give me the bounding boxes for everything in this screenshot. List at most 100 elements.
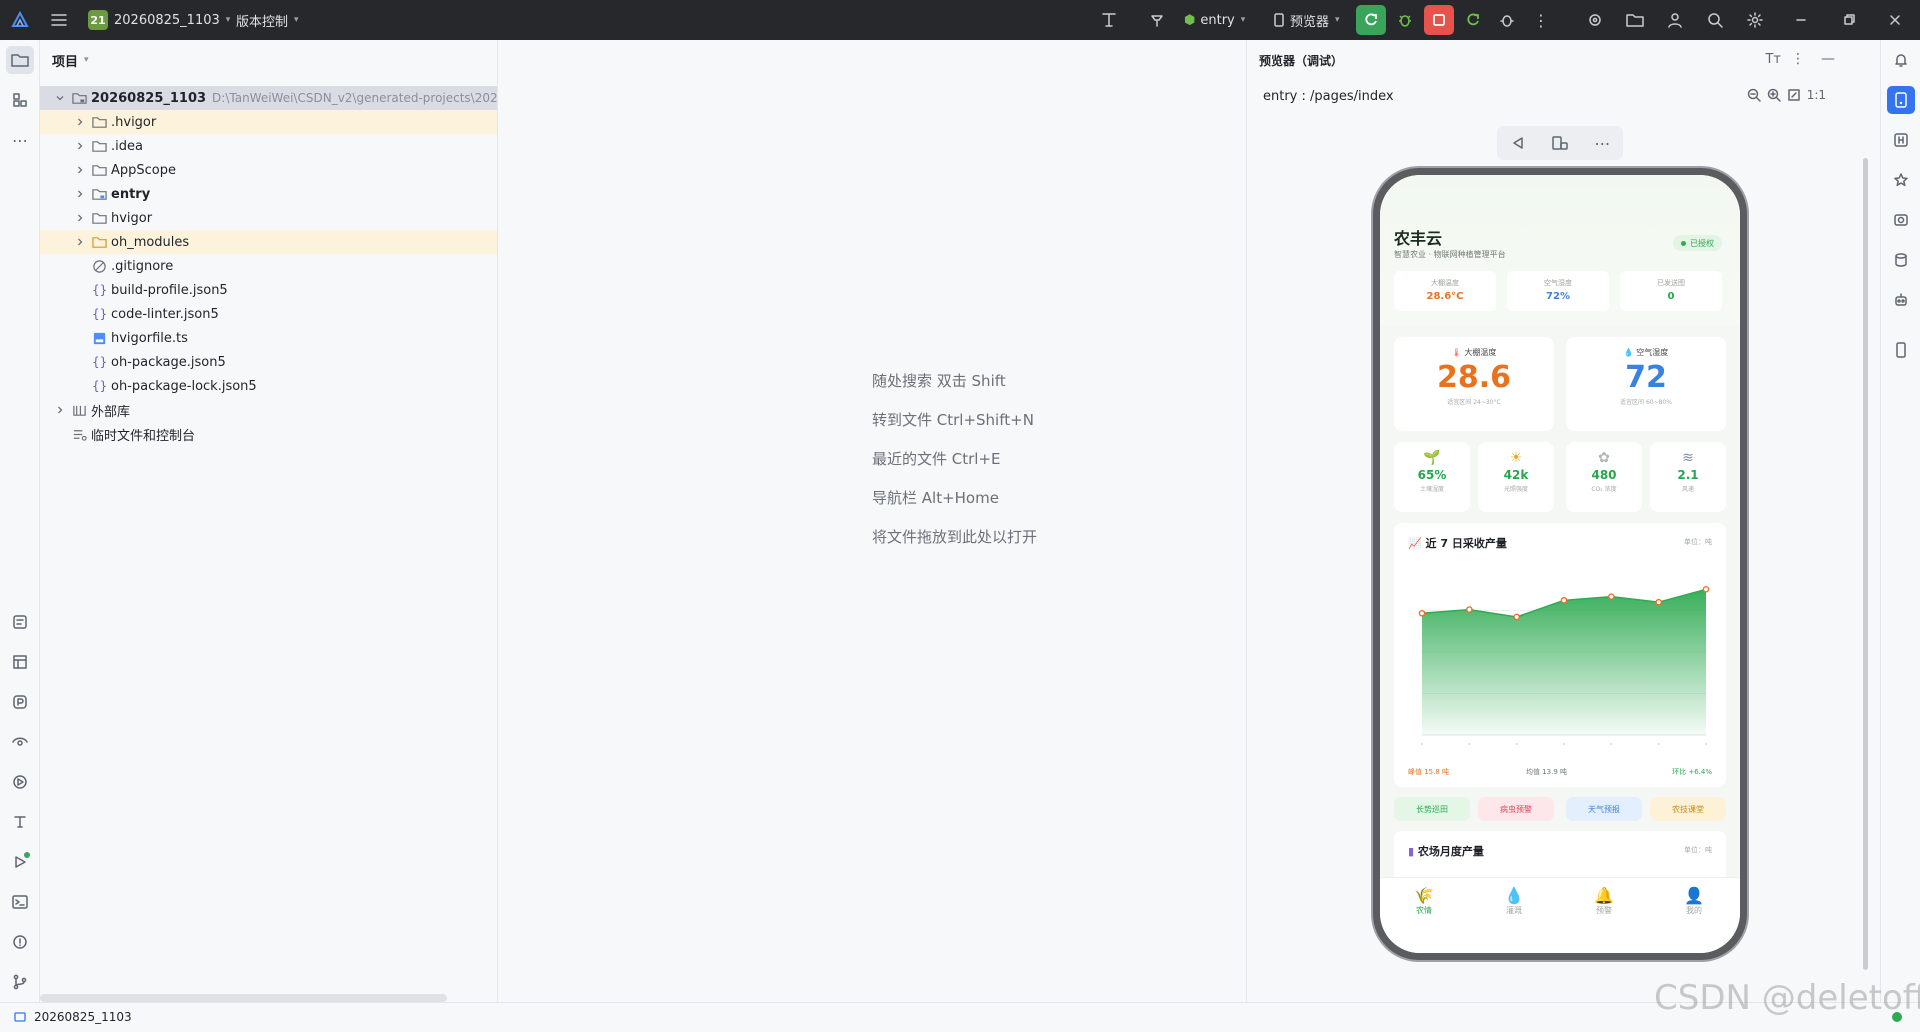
small-stat-co2[interactable]: ✿ 480 CO₂ 浓度 [1566, 442, 1642, 512]
structure-icon[interactable] [6, 86, 34, 114]
tree-item-hvigor[interactable]: hvigor [40, 206, 497, 230]
chart-point-4[interactable] [1608, 593, 1615, 600]
camera-icon[interactable] [1887, 206, 1915, 234]
chart-point-5[interactable] [1655, 598, 1662, 606]
main-menu-icon[interactable] [44, 5, 74, 35]
search-icon[interactable] [1700, 5, 1730, 35]
gear-icon[interactable] [1740, 5, 1770, 35]
tab-irrigation[interactable]: 💧 灌溉 [1484, 886, 1544, 916]
harvest-chart-card[interactable]: 📈 近 7 日采收产量 单位：吨 峰值 15.8 吨 均值 13.9 吨 环比 … [1394, 523, 1726, 787]
restore-icon[interactable] [1834, 5, 1864, 35]
text-tool-icon[interactable] [1094, 5, 1124, 35]
tab-profile[interactable]: 👤 我的 [1664, 886, 1724, 916]
plugin-icon[interactable] [1580, 5, 1610, 35]
zoom-out-icon[interactable] [1747, 88, 1761, 102]
chip-field-patrol[interactable]: 长势巡田 [1394, 797, 1470, 821]
rotate-icon[interactable] [1551, 135, 1569, 151]
todo-icon[interactable] [6, 608, 34, 636]
device-icon[interactable] [1887, 336, 1915, 364]
minimize-icon[interactable] [1786, 5, 1816, 35]
editor-area[interactable]: 随处搜索 双击 Shift 转到文件 Ctrl+Shift+N 最近的文件 Ct… [498, 40, 1246, 1002]
chart-point-6[interactable] [1702, 585, 1710, 593]
stop-button[interactable] [1424, 5, 1454, 35]
more-tools-icon[interactable]: ⋯ [6, 126, 34, 154]
layout-icon[interactable] [6, 648, 34, 676]
tree-item-external-libs[interactable]: 外部库 [40, 398, 497, 422]
chart-point-1[interactable] [1466, 606, 1473, 613]
problems-icon[interactable] [6, 928, 34, 956]
tree-item-entry[interactable]: entry [40, 182, 497, 206]
big-stat-temperature[interactable]: 🌡 大棚温度 28.6 适宜区间 24~30°C [1394, 337, 1554, 431]
hammer-icon[interactable] [1142, 5, 1172, 35]
zoom-in-icon[interactable] [1767, 88, 1781, 102]
account-icon[interactable] [1660, 5, 1690, 35]
run-config-selector[interactable]: ⬢ entry ▾ [1184, 0, 1245, 40]
tree-item-oh-package-lock[interactable]: {} oh-package-lock.json5 [40, 374, 497, 398]
run-button[interactable] [1356, 5, 1386, 35]
more-icon[interactable]: ⋯ [1594, 134, 1610, 153]
git-branch-icon[interactable] [6, 968, 34, 996]
fit-screen-icon[interactable] [1787, 88, 1801, 102]
minimize-panel-icon[interactable]: — [1821, 51, 1835, 67]
folder-icon [92, 212, 107, 224]
chip-weather[interactable]: 天气预报 [1566, 797, 1642, 821]
tree-root[interactable]: 20260825_1103 D:\TanWeiWei\CSDN_v2\gener… [40, 86, 497, 110]
chip-agri-class[interactable]: 农技课堂 [1650, 797, 1726, 821]
tree-item-gitignore[interactable]: .gitignore [40, 254, 497, 278]
close-icon[interactable] [1880, 5, 1910, 35]
vcs-menu[interactable]: 版本控制 ▾ [236, 0, 299, 40]
small-stat-soil[interactable]: 🌱 65% 土壤湿度 [1394, 442, 1470, 512]
back-icon[interactable] [1510, 135, 1526, 151]
mini-stat-sent[interactable]: 已发送图 0 [1620, 271, 1722, 311]
small-stat-wind[interactable]: ≋ 2.1 风速 [1650, 442, 1726, 512]
debug-icon[interactable] [1390, 5, 1420, 35]
services-icon[interactable] [6, 768, 34, 796]
ai-assistant-icon[interactable] [1887, 166, 1915, 194]
more-actions-icon[interactable]: ⋮ [1526, 5, 1556, 35]
database-icon[interactable] [1887, 246, 1915, 274]
tree-item-scratches[interactable]: 临时文件和控制台 [40, 422, 497, 446]
tree-item-build-profile[interactable]: {} build-profile.json5 [40, 278, 497, 302]
tree-item-hvigorfile[interactable]: hvigorfile.ts [40, 326, 497, 350]
tree-item-idea[interactable]: .idea [40, 134, 497, 158]
profiler-icon[interactable] [6, 688, 34, 716]
mini-stat-humidity[interactable]: 空气湿度 72% [1507, 271, 1609, 311]
notifications-icon[interactable] [1887, 46, 1915, 74]
chart-point-0[interactable] [1418, 609, 1426, 617]
bug-settings-icon[interactable] [1492, 5, 1522, 35]
device-manager-icon[interactable] [1620, 5, 1650, 35]
small-stat-light[interactable]: ☀ 42k 光照强度 [1478, 442, 1554, 512]
chevron-right-icon [58, 406, 63, 414]
text-style-icon[interactable] [6, 808, 34, 836]
project-switcher[interactable]: 21 20260825_1103 ▾ [88, 0, 230, 40]
device-selector[interactable]: 预览器 ▾ [1274, 0, 1340, 40]
chart-point-2[interactable] [1513, 613, 1520, 621]
status-project-name[interactable]: 20260825_1103 [34, 1010, 132, 1024]
tree-item-oh-modules[interactable]: oh_modules [40, 230, 497, 254]
tree-item-oh-package[interactable]: {} oh-package.json5 [40, 350, 497, 374]
hdc-icon[interactable] [1887, 126, 1915, 154]
tree-item-code-linter[interactable]: {} code-linter.json5 [40, 302, 497, 326]
robot-icon[interactable] [1887, 286, 1915, 314]
tab-farm[interactable]: 🌾 农情 [1394, 886, 1454, 916]
big-stat-humidity[interactable]: 💧 空气湿度 72 适宜区间 60~80% [1566, 337, 1726, 431]
tab-alerts[interactable]: 🔔 预警 [1574, 886, 1634, 916]
reload-icon[interactable] [1458, 5, 1488, 35]
previewer-scrollbar[interactable] [1863, 158, 1868, 970]
mini-stat-temperature[interactable]: 大棚温度 28.6°C [1394, 271, 1496, 311]
horizontal-scrollbar[interactable] [40, 994, 447, 1002]
phone-screen[interactable]: 农丰云 智慧农业 · 物联网种植管理平台 已授权 大棚温度 28.6°C 空气湿… [1380, 175, 1740, 953]
run-panel-icon[interactable] [6, 848, 34, 876]
zoom-ratio[interactable]: 1:1 [1807, 88, 1826, 102]
tree-item-appscope[interactable]: AppScope [40, 158, 497, 182]
chip-pest-alert[interactable]: 病虫预警 [1478, 797, 1554, 821]
previewer-toggle-icon[interactable] [1887, 86, 1915, 114]
tree-item-hvigor-hidden[interactable]: .hvigor [40, 110, 497, 134]
inspector-icon[interactable] [6, 728, 34, 756]
project-folder-icon[interactable] [6, 46, 34, 74]
chart-point-3[interactable] [1560, 597, 1568, 604]
terminal-icon[interactable] [6, 888, 34, 916]
font-size-icon[interactable]: Tт [1765, 52, 1781, 67]
more-options-icon[interactable]: ⋮ [1791, 51, 1805, 67]
project-panel-header[interactable]: 项目 ▾ [40, 40, 497, 80]
